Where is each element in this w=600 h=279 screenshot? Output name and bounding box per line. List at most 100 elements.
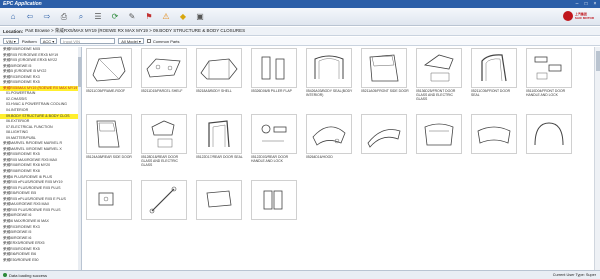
part-diagram-thumbnail[interactable] [361,114,407,154]
part-card[interactable] [141,180,189,221]
part-illustration [423,54,454,82]
grid-scrollbar[interactable] [594,47,600,270]
part-diagram-thumbnail[interactable] [196,180,242,220]
part-diagram-thumbnail[interactable] [471,114,517,154]
part-card[interactable]: 05211C05/FRONT DOOR SEAL [471,48,519,97]
window-controls: – □ × [574,1,598,7]
platform-label: Platform [21,38,37,44]
part-illustration [261,124,287,142]
tree-item[interactable]: 荣威E50/ROEWE E50 [0,258,81,264]
part-diagram-thumbnail[interactable] [251,114,297,154]
part-diagram-thumbnail[interactable] [416,114,462,154]
part-caption: 05326D06/B PILLER FLAP [251,89,292,93]
model-select[interactable]: All Model ▾ [118,38,144,44]
part-diagram-thumbnail[interactable] [141,114,187,154]
epc-application-window: EPC Application – □ × ⌂ ⇦ ⇨ ⎙ ⌕ ☰ ⟳ ✎ ⚑ ⚠ ◆ ▣ 上汽集团 … [0,0,600,279]
minimize-icon[interactable]: – [574,1,580,7]
part-card[interactable] [196,180,244,221]
monitor-icon[interactable]: ▣ [193,10,207,23]
part-card[interactable]: 05211A05/FRONT SIDE DOOR [361,48,409,93]
part-card[interactable] [251,180,299,221]
toolbar: ⌂ ⇦ ⇨ ⎙ ⌕ ☰ ⟳ ✎ ⚑ ⚠ ◆ ▣ 上汽集团 SAIC MOTOR [0,8,600,26]
part-card[interactable]: 05218A5/BODY SHELL [196,48,244,93]
location-label: Location: [3,28,24,34]
part-diagram-thumbnail[interactable] [526,48,572,88]
part-diagram-thumbnail[interactable] [361,48,407,88]
vin-input[interactable]: Input VIN [60,38,116,44]
part-illustration [263,190,283,210]
edit-icon[interactable]: ✎ [125,10,139,23]
part-card[interactable]: 05110D04/FRONT DOOR HANDLE AND LOCK [526,48,574,97]
part-diagram-thumbnail[interactable] [86,114,132,154]
part-card[interactable]: 05211C05/FRAME-ROOF [86,48,134,93]
part-card[interactable] [416,114,464,155]
part-card[interactable] [86,180,134,221]
part-caption: 05122D03/REAR DOOR HANDLE AND LOCK [251,155,289,163]
part-illustration [206,190,232,208]
part-card[interactable]: 05122D17/REAR DOOR SEAL [196,114,244,159]
part-illustration [149,186,177,214]
home-icon[interactable]: ⌂ [6,10,20,23]
platform-select[interactable]: ACC ▾ [39,38,58,44]
part-card[interactable]: 05326D06/B PILLER FLAP [251,48,299,93]
part-card[interactable]: 05426A03/BODY SEAL(BODY INTERIOR) [306,48,354,97]
part-card[interactable] [361,114,409,155]
part-caption: 05110D04/FRONT DOOR HANDLE AND LOCK [526,89,566,97]
part-diagram-thumbnail[interactable] [251,180,297,220]
part-caption: 05426A03/BODY SEAL(BODY INTERIOR) [306,89,353,97]
part-card[interactable]: 05211D15/PARCEL SHELF [141,48,189,93]
part-diagram-thumbnail[interactable] [416,48,462,88]
part-illustration [314,55,344,79]
part-caption: 05211A05/FRONT SIDE DOOR [361,89,409,93]
back-icon[interactable]: ⇦ [23,10,37,23]
part-caption: 05211C05/FRONT DOOR SEAL [471,89,511,97]
part-illustration [200,58,238,80]
part-illustration [481,54,507,82]
part-illustration [369,54,399,82]
alert-icon[interactable]: ⚠ [159,10,173,23]
part-caption: 05211D15/PARCEL SHELF [141,89,183,93]
part-diagram-thumbnail[interactable] [306,48,352,88]
forward-icon[interactable]: ⇨ [40,10,54,23]
part-diagram-thumbnail[interactable] [251,48,297,88]
title-bar: EPC Application – □ × [0,0,600,8]
location-bar: Location: Part Browse > 荣威RX5/MAX MY19 (… [0,27,600,36]
part-illustration [92,56,126,82]
part-card[interactable]: 05122D03/REAR DOOR HANDLE AND LOCK [251,114,299,163]
part-diagram-thumbnail[interactable] [526,114,572,154]
part-card[interactable]: 05128D18/REAR DOOR GLASS AND ELECTRIC GL… [141,114,189,167]
part-caption: 05136D25/FRONT DOOR GLASS AND ELECTRIC G… [416,89,456,101]
part-illustration [424,123,454,146]
refresh-icon[interactable]: ⟳ [108,10,122,23]
part-diagram-thumbnail[interactable] [196,114,242,154]
search-icon[interactable]: ⌕ [74,10,88,23]
part-card[interactable] [471,114,519,155]
common-parts-checkbox[interactable]: Common Parts [146,39,180,44]
part-card[interactable]: 05124A08/REAR SIDE DOOR [86,114,134,159]
part-card[interactable]: 05136D25/FRONT DOOR GLASS AND ELECTRIC G… [416,48,464,101]
part-card[interactable]: 05264D16/HOOD [306,114,354,159]
part-diagram-thumbnail[interactable] [471,48,517,88]
sidebar-scrollbar[interactable] [78,47,81,270]
logo-line-2: SAIC MOTOR [574,16,594,20]
print-icon[interactable]: ⎙ [57,10,71,23]
part-diagram-thumbnail[interactable] [306,114,352,154]
part-illustration [534,122,564,146]
part-caption: 05128D18/REAR DOOR GLASS AND ELECTRIC GL… [141,155,179,167]
part-diagram-thumbnail[interactable] [196,48,242,88]
part-diagram-thumbnail[interactable] [86,180,132,220]
part-diagram-thumbnail[interactable] [141,180,187,220]
part-diagram-thumbnail[interactable] [141,48,187,88]
close-icon[interactable]: × [592,1,598,7]
tag-icon[interactable]: ◆ [176,10,190,23]
maximize-icon[interactable]: □ [583,1,589,7]
list-icon[interactable]: ☰ [91,10,105,23]
status-bar: Data loading success Current User Type: … [0,270,600,279]
flag-icon[interactable]: ⚑ [142,10,156,23]
part-caption: 05218A5/BODY SHELL [196,89,232,93]
part-card[interactable] [526,114,574,155]
vin-select[interactable]: VIN ▾ [3,38,19,44]
part-diagram-thumbnail[interactable] [86,48,132,88]
saic-logo-icon [562,11,573,21]
part-caption: 05122D17/REAR DOOR SEAL [196,155,243,159]
